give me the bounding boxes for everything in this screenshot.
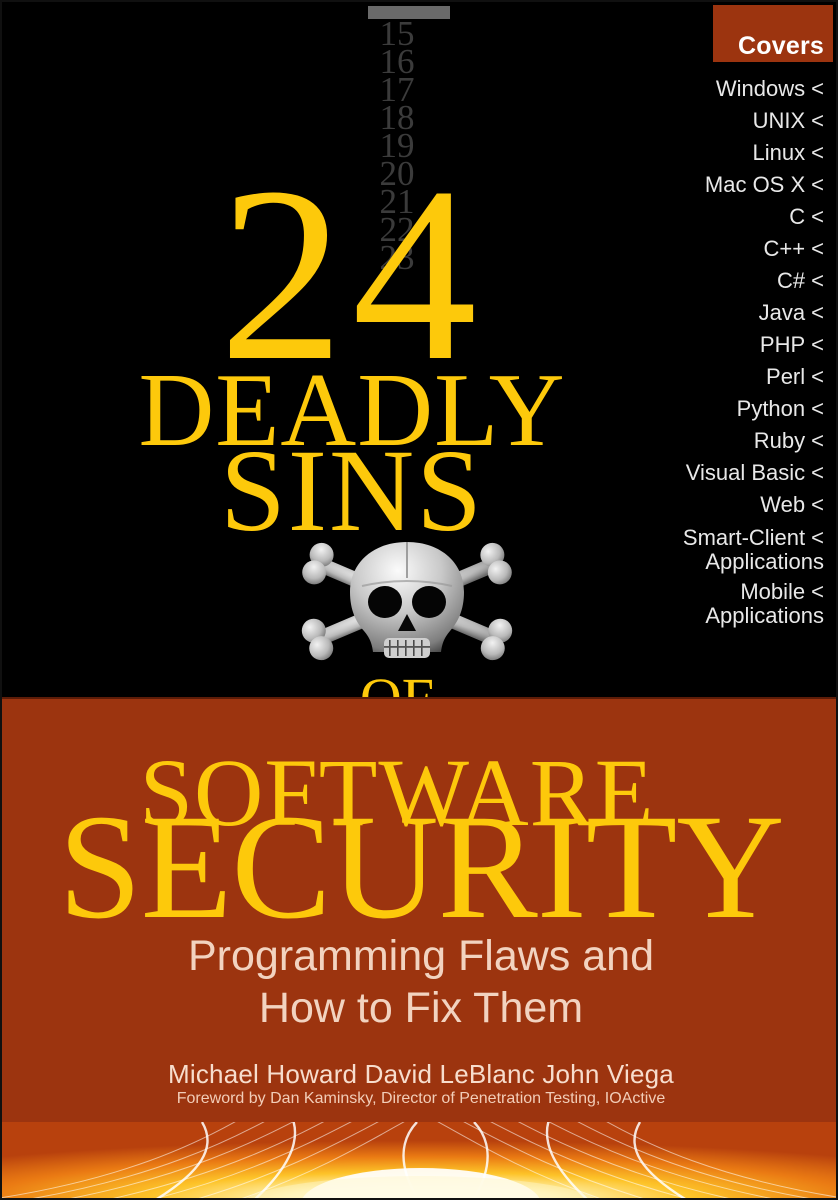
subtitle: Programming Flaws and How to Fix Them <box>2 930 836 1035</box>
covers-list-item: Windows < <box>594 78 824 110</box>
caret-left-icon: < <box>811 428 824 453</box>
caret-left-icon: < <box>811 300 824 325</box>
covers-list-item: UNIX < <box>594 110 824 142</box>
subtitle-line-2: How to Fix Them <box>258 984 584 1033</box>
covers-list-item-label: Perl <box>766 364 806 389</box>
covers-list-item: Mobile < Applications <box>594 580 824 634</box>
subtitle-line-1: Programming Flaws and <box>187 932 654 980</box>
covers-list-item-label: Java <box>758 300 806 325</box>
covers-list-item: C# < <box>594 270 824 302</box>
book-cover: 15 16 17 18 19 20 21 22 23 24 DEADLY SINS <box>0 0 838 1200</box>
covers-list-item: Ruby < <box>594 430 824 462</box>
covers-list-item-label: Ruby <box>753 428 806 453</box>
caret-left-icon: < <box>811 492 824 517</box>
covers-list-item-label: PHP <box>759 332 806 357</box>
caret-left-icon: < <box>811 268 824 293</box>
decorative-bottom-band <box>2 1122 836 1198</box>
covers-list-item: Java < <box>594 302 824 334</box>
covers-list: Windows < UNIX < Linux < Mac OS X < C < C++ < C# < Jav… <box>594 78 824 634</box>
title-security: SECURITY <box>58 784 784 950</box>
caret-left-icon: < <box>811 108 824 133</box>
covers-list-item-label: Windows <box>715 76 806 101</box>
covers-list-item: C++ < <box>594 238 824 270</box>
skull-and-crossbones-icon <box>292 530 522 680</box>
covers-list-item: Python < <box>594 398 824 430</box>
covers-list-item-label: UNIX <box>752 108 806 133</box>
caret-left-icon: < <box>811 236 824 261</box>
caret-left-icon: < <box>811 204 824 229</box>
covers-list-item: Perl < <box>594 366 824 398</box>
covers-list-item-label-2: Applications <box>705 602 824 628</box>
caret-left-icon: < <box>811 332 824 357</box>
caret-left-icon: < <box>811 525 824 550</box>
covers-list-item-label: Mobile <box>740 579 806 604</box>
caret-left-icon: < <box>811 76 824 101</box>
caret-left-icon: < <box>811 172 824 197</box>
covers-list-item-label: Web <box>760 492 806 517</box>
covers-list-item-label-2: Applications <box>705 548 824 574</box>
caret-left-icon: < <box>811 396 824 421</box>
caret-left-icon: < <box>811 579 824 604</box>
covers-list-item-label: C <box>789 204 806 229</box>
covers-list-item: Mac OS X < <box>594 174 824 206</box>
covers-list-item: PHP < <box>594 334 824 366</box>
caret-left-icon: < <box>811 460 824 485</box>
covers-list-item: Linux < <box>594 142 824 174</box>
covers-list-item-label: C++ <box>763 236 806 261</box>
covers-list-item: Visual Basic < <box>594 462 824 494</box>
foreword-line: Foreword by Dan Kaminsky, Director of Pe… <box>176 1090 666 1107</box>
caret-left-icon: < <box>811 364 824 389</box>
covers-list-item-label: Smart-Client <box>682 525 806 550</box>
covers-list-item: Web < <box>594 494 824 526</box>
covers-list-item-label: C# <box>777 268 806 293</box>
covers-list-item: Smart-Client < Applications <box>594 526 824 580</box>
covers-list-item-label: Python <box>736 396 806 421</box>
covers-list-item-label: Mac OS X <box>704 172 806 197</box>
covers-list-item: C < <box>594 206 824 238</box>
covers-badge: Covers <box>713 5 833 62</box>
covers-list-item-label: Linux <box>752 140 806 165</box>
covers-list-item-label: Visual Basic <box>685 460 806 485</box>
caret-left-icon: < <box>811 140 824 165</box>
authors-line: Michael Howard David LeBlanc John Viega <box>168 1059 674 1089</box>
